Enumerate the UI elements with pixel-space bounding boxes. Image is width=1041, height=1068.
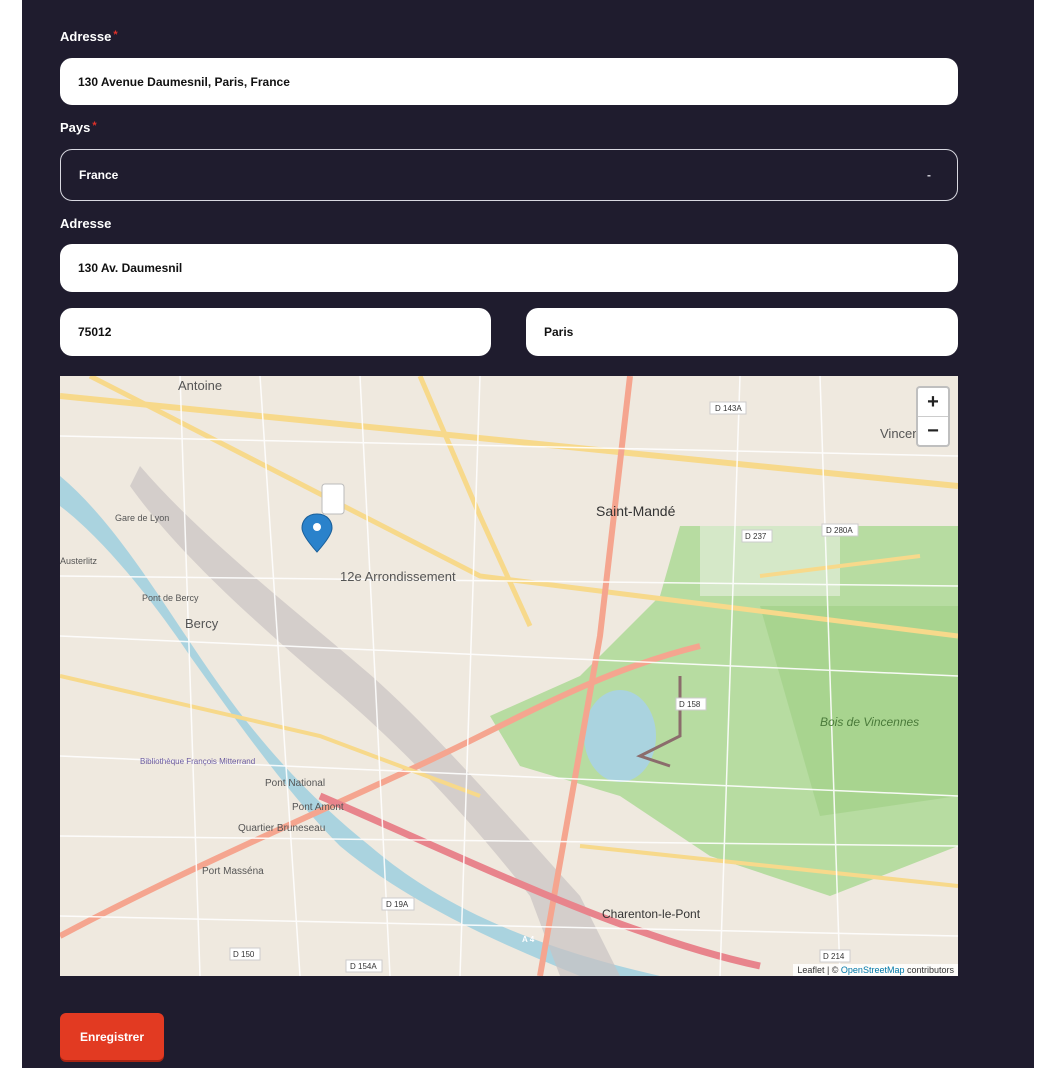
svg-text:D 158: D 158 [679, 700, 701, 709]
lake [584, 690, 656, 782]
svg-text:Pont Amont: Pont Amont [292, 802, 344, 813]
zoom-out-button[interactable]: − [918, 417, 948, 445]
svg-text:D 214: D 214 [823, 952, 845, 961]
address-search-input[interactable]: 130 Avenue Daumesnil, Paris, France [60, 58, 958, 105]
svg-text:Austerlitz: Austerlitz [60, 556, 98, 566]
postal-code-input[interactable]: 75012 [60, 308, 491, 356]
svg-text:Pont National: Pont National [265, 778, 325, 789]
country-select[interactable]: France - [60, 149, 958, 201]
zoom-in-button[interactable]: + [918, 388, 948, 417]
address-search-label: Adresse * [60, 29, 118, 44]
svg-text:D 150: D 150 [233, 950, 255, 959]
svg-text:D 143A: D 143A [715, 404, 742, 413]
svg-text:D 237: D 237 [745, 532, 767, 541]
svg-text:A 4: A 4 [522, 935, 535, 944]
svg-text:12e Arrondissement: 12e Arrondissement [340, 569, 456, 584]
svg-text:Antoine: Antoine [178, 378, 222, 393]
marker-tooltip [321, 483, 345, 515]
svg-text:Bercy: Bercy [185, 616, 219, 631]
svg-text:Bibliothèque François Mitterra: Bibliothèque François Mitterrand [140, 757, 255, 766]
svg-text:D 19A: D 19A [386, 900, 409, 909]
svg-text:Charenton-le-Pont: Charenton-le-Pont [602, 907, 701, 921]
map-tiles: Antoine Gare de Lyon Saint-Mandé 12e Arr… [60, 376, 958, 976]
save-button[interactable]: Enregistrer [60, 1013, 164, 1060]
svg-text:Port Masséna: Port Masséna [202, 866, 264, 877]
osm-link[interactable]: OpenStreetMap [841, 965, 905, 975]
country-label: Pays * [60, 120, 97, 135]
chevron-down-icon: - [927, 168, 931, 182]
svg-text:D 280A: D 280A [826, 526, 853, 535]
svg-text:Quartier Bruneseau: Quartier Bruneseau [238, 823, 325, 834]
svg-text:D 154A: D 154A [350, 962, 377, 971]
address-label: Adresse [60, 216, 112, 231]
svg-text:Gare de Lyon: Gare de Lyon [115, 513, 169, 523]
svg-text:Saint-Mandé: Saint-Mandé [596, 503, 676, 519]
svg-text:Pont de Bercy: Pont de Bercy [142, 593, 199, 603]
zoom-control: + − [916, 386, 950, 447]
map-attribution: Leaflet | © OpenStreetMap contributors [793, 964, 958, 976]
city-input[interactable]: Paris [526, 308, 958, 356]
svg-text:Bois de Vincennes: Bois de Vincennes [820, 715, 919, 729]
map[interactable]: Antoine Gare de Lyon Saint-Mandé 12e Arr… [60, 376, 958, 976]
address-input[interactable]: 130 Av. Daumesnil [60, 244, 958, 292]
